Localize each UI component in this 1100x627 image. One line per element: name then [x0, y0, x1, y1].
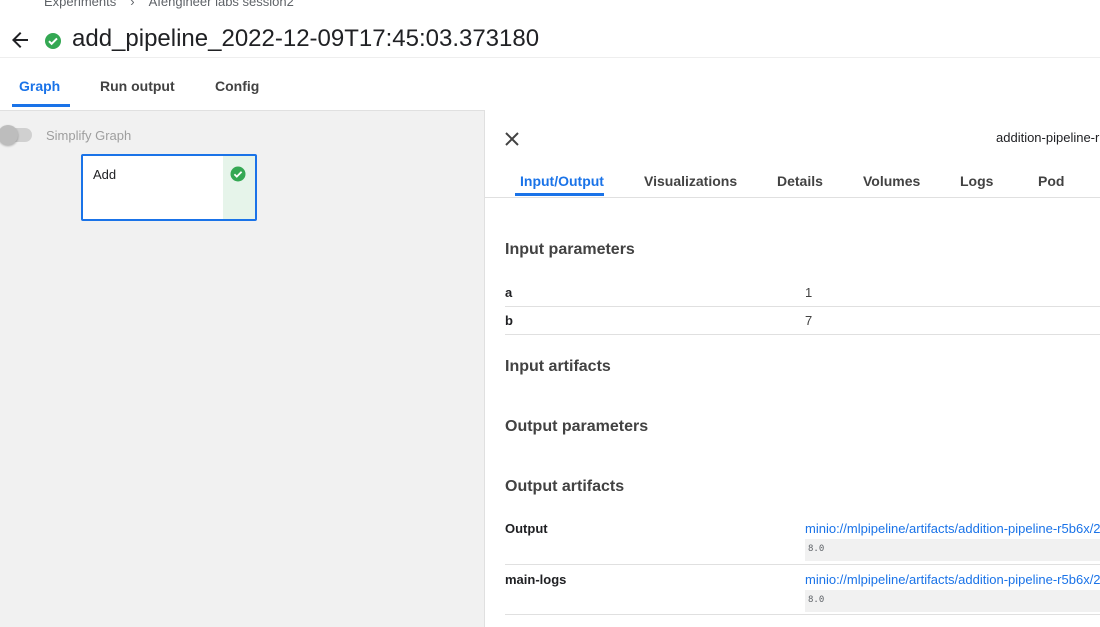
artifact-link[interactable]: minio://mlpipeline/artifacts/addition-pi… — [805, 521, 1100, 536]
section-output-artifacts: Output artifacts — [505, 478, 625, 495]
table-row: main-logs minio://mlpipeline/artifacts/a… — [505, 565, 1100, 615]
tab-input-output[interactable]: Input/Output — [520, 173, 604, 189]
table-row: Output minio://mlpipeline/artifacts/addi… — [505, 514, 1100, 565]
param-key: b — [505, 313, 513, 328]
page-title: add_pipeline_2022-12-09T17:45:03.373180 — [72, 25, 540, 52]
artifact-key: Output — [505, 521, 548, 536]
success-check-icon — [230, 166, 246, 182]
tab-run-output[interactable]: Run output — [100, 78, 175, 94]
header-divider — [0, 57, 1100, 58]
param-value: 7 — [805, 313, 813, 328]
tab-pod[interactable]: Pod — [1038, 173, 1064, 189]
param-value: 1 — [805, 285, 813, 300]
param-key: a — [505, 285, 513, 300]
breadcrumb-experiment-name[interactable]: AIengineer labs session2 — [149, 0, 294, 9]
simplify-graph-toggle[interactable] — [0, 125, 32, 145]
tab-logs[interactable]: Logs — [960, 173, 993, 189]
graph-node-label: Add — [93, 167, 117, 182]
tab-graph[interactable]: Graph — [19, 78, 60, 94]
artifact-link[interactable]: minio://mlpipeline/artifacts/addition-pi… — [805, 572, 1100, 587]
simplify-graph-label: Simplify Graph — [46, 128, 132, 143]
table-row: b 7 — [505, 307, 1100, 335]
graph-canvas[interactable]: Simplify Graph Add — [0, 110, 484, 627]
artifact-preview: 8.0 — [805, 590, 1100, 612]
section-output-parameters: Output parameters — [505, 418, 649, 435]
breadcrumb-separator: › — [130, 0, 135, 9]
breadcrumb-experiments[interactable]: Experiments — [44, 0, 116, 9]
artifact-preview: 8.0 — [805, 539, 1100, 561]
tab-volumes[interactable]: Volumes — [863, 173, 920, 189]
breadcrumb: Experiments › AIengineer labs session2 — [44, 0, 294, 9]
panel-run-name: addition-pipeline-r — [996, 130, 1100, 145]
active-tab-indicator — [515, 193, 604, 196]
node-details-panel: addition-pipeline-r Input/Output Visuali… — [484, 110, 1100, 627]
back-arrow-icon[interactable] — [8, 28, 32, 52]
tabs-divider — [485, 197, 1100, 198]
graph-node-status — [223, 156, 255, 219]
table-row: a 1 — [505, 279, 1100, 307]
artifact-key: main-logs — [505, 572, 567, 587]
section-input-parameters: Input parameters — [505, 241, 635, 258]
section-input-artifacts: Input artifacts — [505, 358, 611, 375]
tab-visualizations[interactable]: Visualizations — [644, 173, 737, 189]
graph-node-add[interactable]: Add — [81, 154, 257, 221]
close-icon[interactable] — [503, 130, 521, 148]
tab-details[interactable]: Details — [777, 173, 823, 189]
toggle-knob[interactable] — [0, 125, 18, 145]
page-header: add_pipeline_2022-12-09T17:45:03.373180 — [0, 22, 1100, 58]
success-check-icon — [44, 32, 62, 50]
tab-config[interactable]: Config — [215, 78, 259, 94]
active-tab-indicator — [12, 104, 70, 107]
